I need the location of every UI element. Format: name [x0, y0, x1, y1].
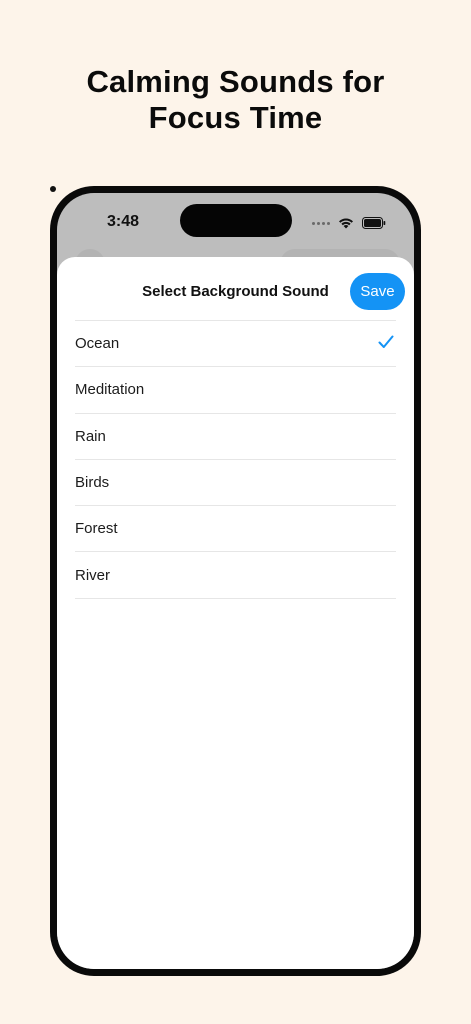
sound-option-label: Forest — [75, 520, 118, 538]
headline-line-2: Focus Time — [148, 100, 323, 135]
decorative-dot — [50, 186, 56, 192]
sound-option-meditation[interactable]: Meditation — [75, 367, 396, 414]
sound-option-label: River — [75, 566, 111, 584]
checkmark-icon — [378, 335, 394, 348]
wifi-icon — [339, 218, 353, 229]
phone-frame: 3:48 Select Background Sound Save Ocean … — [50, 186, 421, 976]
sheet-header: Select Background Sound Save — [57, 257, 414, 320]
battery-icon — [362, 217, 386, 229]
dynamic-island — [180, 204, 292, 237]
sound-option-rain[interactable]: Rain — [75, 414, 396, 460]
cellular-dots-icon — [312, 221, 330, 225]
save-button[interactable]: Save — [350, 273, 405, 310]
sound-option-label: Birds — [75, 474, 110, 492]
sound-options-list: Ocean Meditation Rain Birds Forest River — [75, 320, 396, 599]
marketing-headline: Calming Sounds for Focus Time — [0, 64, 471, 136]
sound-option-label: Meditation — [75, 381, 145, 399]
phone-screen: 3:48 Select Background Sound Save Ocean … — [57, 193, 414, 969]
sound-picker-sheet: Select Background Sound Save Ocean Medit… — [57, 257, 414, 969]
sound-option-label: Rain — [75, 427, 106, 445]
sound-option-ocean[interactable]: Ocean — [75, 321, 396, 368]
sound-option-forest[interactable]: Forest — [75, 506, 396, 553]
status-time: 3:48 — [107, 213, 140, 230]
headline-line-1: Calming Sounds for — [86, 64, 385, 99]
app-store-screenshot: Calming Sounds for Focus Time 3:48 Selec… — [0, 0, 471, 1024]
status-icons — [312, 217, 386, 229]
sound-option-birds[interactable]: Birds — [75, 460, 396, 507]
sound-option-label: Ocean — [75, 335, 120, 353]
sound-option-river[interactable]: River — [75, 552, 396, 599]
